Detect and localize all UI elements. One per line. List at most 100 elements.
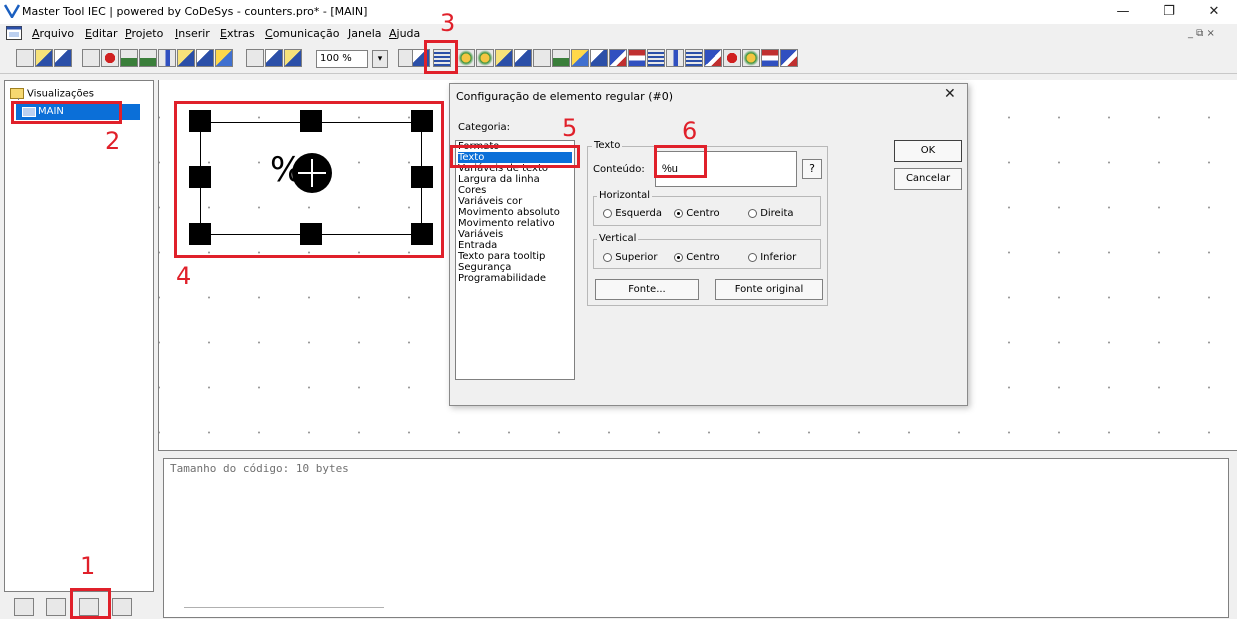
- run-button[interactable]: [120, 49, 138, 67]
- category-texto-tooltip[interactable]: Texto para tooltip: [458, 251, 545, 262]
- radio-inferior[interactable]: Inferior: [748, 252, 796, 263]
- find-button[interactable]: [215, 49, 233, 67]
- menu-comunicacao[interactable]: Comunicação: [265, 27, 339, 40]
- annotation-box-1: [70, 588, 111, 619]
- curve-button[interactable]: [533, 49, 551, 67]
- step-button[interactable]: [139, 49, 157, 67]
- radio-esquerda[interactable]: Esquerda: [603, 208, 662, 219]
- step-over-button[interactable]: [177, 49, 195, 67]
- zoom-select[interactable]: 100 %: [316, 50, 368, 68]
- web-element-button[interactable]: [628, 49, 646, 67]
- stop-button[interactable]: [101, 49, 119, 67]
- maximize-button[interactable]: ❐: [1149, 2, 1189, 22]
- cancel-button[interactable]: Cancelar: [894, 168, 962, 190]
- ellipse-button[interactable]: [476, 49, 494, 67]
- tree-root-visualizacoes[interactable]: Visualizações: [10, 88, 94, 100]
- content-label: Conteúdo:: [593, 164, 645, 175]
- title-bar: Master Tool IEC | powered by CoDeSys - c…: [0, 0, 1237, 24]
- open-file-button[interactable]: [35, 49, 53, 67]
- tab-data-types[interactable]: [46, 598, 66, 616]
- activex-button[interactable]: [666, 49, 684, 67]
- font-button[interactable]: Fonte...: [595, 279, 699, 300]
- bitmap-button[interactable]: [571, 49, 589, 67]
- menu-extras[interactable]: Extras: [220, 27, 255, 40]
- minimize-button[interactable]: —: [1103, 2, 1143, 22]
- mdi-window-controls[interactable]: _ ⧉ ×: [1188, 28, 1215, 39]
- menu-inserir[interactable]: Inserir: [175, 27, 210, 40]
- help-button[interactable]: ?: [802, 159, 822, 179]
- table-element-button[interactable]: [647, 49, 665, 67]
- alarm-table-button[interactable]: [704, 49, 722, 67]
- dialog-title: Configuração de elemento regular (#0): [456, 90, 673, 103]
- annotation-box-2: [11, 101, 122, 124]
- radio-centro-v[interactable]: Centro: [674, 252, 720, 263]
- button-element-button[interactable]: [609, 49, 627, 67]
- annotation-box-4: [174, 101, 444, 258]
- radio-circle-icon: [748, 208, 757, 218]
- cut-button[interactable]: [246, 49, 264, 67]
- text-group-title: Texto: [592, 140, 623, 151]
- toolbar: 100 % ▾: [0, 44, 1237, 74]
- breakpoint-button[interactable]: [158, 49, 176, 67]
- annotation-box-3: [424, 40, 458, 74]
- new-file-button[interactable]: [16, 49, 34, 67]
- zoom-dropdown-icon[interactable]: ▾: [372, 50, 388, 68]
- radio-circle-icon: [603, 252, 612, 262]
- meter-button[interactable]: [742, 49, 760, 67]
- category-entrada[interactable]: Entrada: [458, 240, 497, 251]
- vertical-group-title: Vertical: [597, 233, 639, 244]
- tab-resources[interactable]: [112, 598, 132, 616]
- menu-projeto[interactable]: Projeto: [125, 27, 163, 40]
- menu-editar[interactable]: Editar: [85, 27, 118, 40]
- annotation-number-5: 5: [562, 114, 578, 142]
- category-variaveis[interactable]: Variáveis: [458, 229, 503, 240]
- menu-janela[interactable]: Janela: [348, 27, 382, 40]
- histogram-button[interactable]: [780, 49, 798, 67]
- save-button[interactable]: [54, 49, 72, 67]
- code-size-message: Tamanho do código: 10 bytes: [170, 462, 349, 475]
- radio-circle-icon: [674, 252, 683, 262]
- annotation-number-4: 4: [176, 262, 192, 290]
- annotation-number-3: 3: [440, 9, 456, 37]
- login-button[interactable]: [82, 49, 100, 67]
- scrollbar-element-button[interactable]: [723, 49, 741, 67]
- annotation-box-6: [654, 145, 707, 178]
- pie-button[interactable]: [552, 49, 570, 67]
- close-button[interactable]: ✕: [1194, 2, 1234, 22]
- trend-button[interactable]: [685, 49, 703, 67]
- category-movimento-relativo[interactable]: Movimento relativo: [458, 218, 555, 229]
- category-variaveis-cor[interactable]: Variáveis cor: [458, 196, 522, 207]
- tree-root-label: Visualizações: [27, 88, 94, 100]
- message-window[interactable]: [163, 458, 1229, 618]
- category-label: Categoria:: [458, 122, 511, 133]
- annotation-number-1: 1: [80, 552, 96, 580]
- category-largura-linha[interactable]: Largura da linha: [458, 174, 540, 185]
- radio-circle-icon: [748, 252, 757, 262]
- category-programabilidade[interactable]: Programabilidade: [458, 273, 546, 284]
- category-list[interactable]: Formato Texto Variáveis de texto Largura…: [455, 140, 575, 380]
- menu-ajuda[interactable]: Ajuda: [389, 27, 420, 40]
- radio-circle-icon: [603, 208, 612, 218]
- annotation-number-6: 6: [682, 117, 698, 145]
- print-button[interactable]: [196, 49, 214, 67]
- paste-button[interactable]: [284, 49, 302, 67]
- radio-superior[interactable]: Superior: [603, 252, 658, 263]
- ok-button[interactable]: OK: [894, 140, 962, 162]
- original-font-button[interactable]: Fonte original: [715, 279, 823, 300]
- copy-button[interactable]: [265, 49, 283, 67]
- bar-display-button[interactable]: [761, 49, 779, 67]
- category-cores[interactable]: Cores: [458, 185, 486, 196]
- rounded-rect-button[interactable]: [457, 49, 475, 67]
- horizontal-scrollbar[interactable]: [184, 607, 384, 608]
- tab-pous[interactable]: [14, 598, 34, 616]
- radio-direita[interactable]: Direita: [748, 208, 794, 219]
- polygon-button[interactable]: [495, 49, 513, 67]
- category-seguranca[interactable]: Segurança: [458, 262, 511, 273]
- window-title: Master Tool IEC | powered by CoDeSys - c…: [22, 5, 368, 18]
- polyline-button[interactable]: [514, 49, 532, 67]
- category-movimento-absoluto[interactable]: Movimento absoluto: [458, 207, 560, 218]
- visualization-button[interactable]: [590, 49, 608, 67]
- menu-arquivo[interactable]: Arquivo: [32, 27, 74, 40]
- dialog-close-button[interactable]: ✕: [944, 86, 956, 102]
- radio-centro-h[interactable]: Centro: [674, 208, 720, 219]
